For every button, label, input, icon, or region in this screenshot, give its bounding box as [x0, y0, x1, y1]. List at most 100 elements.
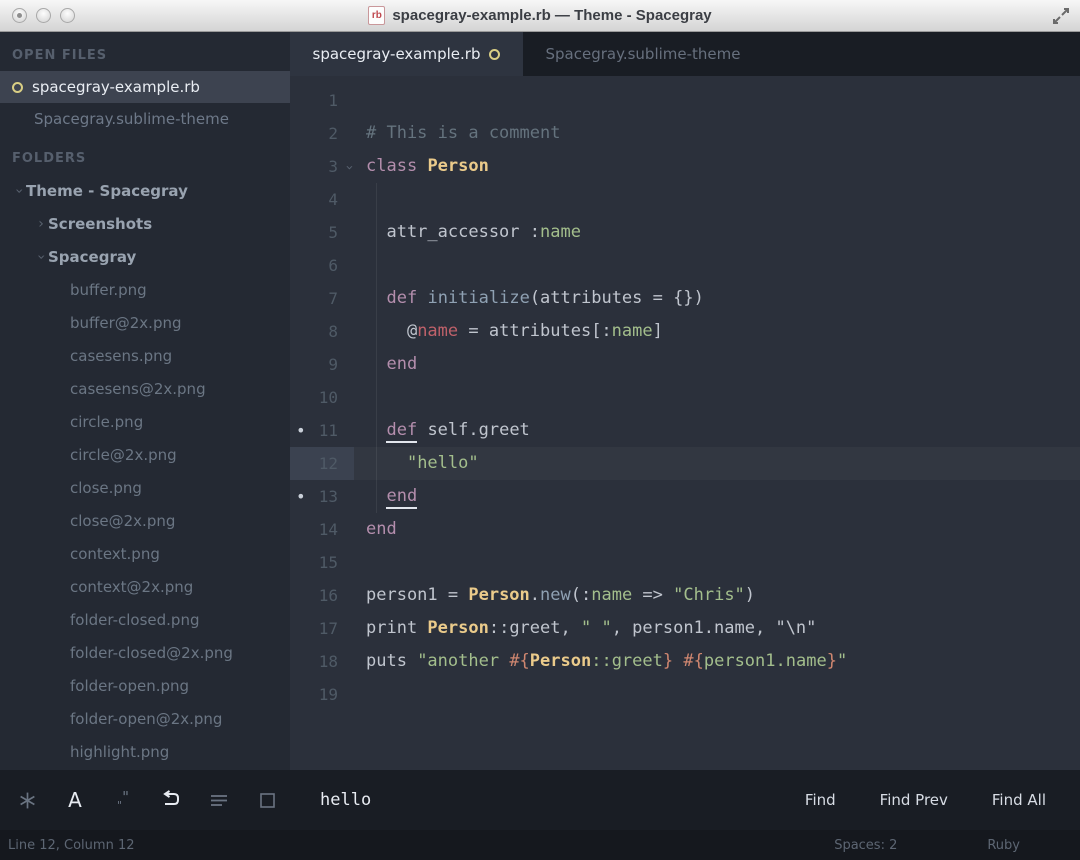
- code-line[interactable]: 8 @name = attributes[:name]: [290, 315, 1080, 348]
- line-number-gutter: 16: [290, 579, 354, 612]
- code-line[interactable]: 16person1 = Person.new(:name => "Chris"): [290, 579, 1080, 612]
- chevron-down-icon[interactable]: ›: [11, 184, 27, 198]
- file-label: buffer.png: [70, 281, 147, 299]
- tree-file-row[interactable]: folder-open@2x.png: [0, 702, 290, 735]
- code-token: ::greet,: [489, 618, 581, 638]
- tree-file-row[interactable]: context.png: [0, 537, 290, 570]
- line-number-gutter: 2: [290, 117, 354, 150]
- find-input[interactable]: hello: [320, 790, 371, 810]
- code-line[interactable]: 1: [290, 84, 1080, 117]
- open-file-item[interactable]: Spacegray.sublime-theme: [0, 103, 290, 135]
- code-line[interactable]: 17print Person::greet, " ", person1.name…: [290, 612, 1080, 645]
- code-content: [354, 183, 366, 216]
- tree-file-row[interactable]: close.png: [0, 471, 290, 504]
- code-token: "another: [417, 651, 509, 671]
- code-line[interactable]: 18 puts "another #{Person::greet} #{perso…: [290, 645, 1080, 678]
- code-line[interactable]: 3›class Person: [290, 150, 1080, 183]
- tree-file-row[interactable]: folder-closed.png: [0, 603, 290, 636]
- code-content: "hello": [354, 447, 1080, 480]
- line-number-gutter: 7: [290, 282, 354, 315]
- code-line[interactable]: 5 attr_accessor :name: [290, 216, 1080, 249]
- code-line[interactable]: 2# This is a comment: [290, 117, 1080, 150]
- file-label: casesens.png: [70, 347, 172, 365]
- find-prev-button[interactable]: Find Prev: [880, 791, 948, 809]
- cursor-position: Line 12, Column 12: [0, 838, 135, 853]
- open-files-heading: OPEN FILES: [0, 32, 290, 71]
- tree-file-row[interactable]: folder-open.png: [0, 669, 290, 702]
- tree-file-row[interactable]: highlight.png: [0, 735, 290, 768]
- whole-word-icon[interactable]: "": [112, 789, 134, 811]
- line-number-gutter: 6: [290, 249, 354, 282]
- tree-file-row[interactable]: buffer.png: [0, 273, 290, 306]
- chevron-down-icon[interactable]: ›: [33, 250, 49, 264]
- code-content: end: [354, 348, 417, 381]
- chevron-right-icon[interactable]: ›: [34, 216, 48, 232]
- code-line[interactable]: 12 "hello": [290, 447, 1080, 480]
- code-token: class: [366, 156, 417, 176]
- line-number: 1: [328, 91, 338, 110]
- open-file-item[interactable]: spacegray-example.rb: [0, 71, 290, 103]
- code-content: attr_accessor :name: [354, 216, 581, 249]
- find-buttons: Find Find Prev Find All: [805, 791, 1080, 809]
- tab-inactive[interactable]: Spacegray.sublime-theme: [523, 32, 763, 76]
- tree-folder-row[interactable]: › Theme - Spacegray: [0, 174, 290, 207]
- line-number: 18: [319, 652, 338, 671]
- code-token: name: [612, 321, 653, 341]
- tree-file-row[interactable]: close@2x.png: [0, 504, 290, 537]
- find-all-button[interactable]: Find All: [992, 791, 1046, 809]
- code-line[interactable]: 14end: [290, 513, 1080, 546]
- find-options: A "": [0, 789, 278, 811]
- code-line[interactable]: 7 def initialize(attributes = {}): [290, 282, 1080, 315]
- code-line[interactable]: 15: [290, 546, 1080, 579]
- code-token: print: [366, 618, 427, 638]
- tab-active[interactable]: spacegray-example.rb: [290, 32, 523, 76]
- code-line[interactable]: •11 def self.greet: [290, 414, 1080, 447]
- find-button[interactable]: Find: [805, 791, 836, 809]
- code-token: ": [837, 651, 847, 671]
- code-token: self.greet: [417, 420, 530, 440]
- syntax-setting[interactable]: Ruby: [987, 838, 1020, 853]
- code-token: =>: [632, 585, 673, 605]
- line-number-gutter: 18: [290, 645, 354, 678]
- tree-file-row[interactable]: circle.png: [0, 405, 290, 438]
- code-token: (:: [571, 585, 591, 605]
- fullscreen-icon[interactable]: [1052, 7, 1070, 25]
- code-line[interactable]: 4: [290, 183, 1080, 216]
- code-token: #{: [509, 651, 529, 671]
- preserve-case-icon[interactable]: [256, 789, 278, 811]
- zoom-button[interactable]: [60, 8, 75, 23]
- fold-chevron-icon[interactable]: ›: [333, 164, 366, 172]
- code-editor[interactable]: 1 2# This is a comment3›class Person45 at…: [290, 76, 1080, 770]
- tab-modified-ring-icon[interactable]: [489, 49, 500, 60]
- code-content: [354, 546, 366, 579]
- code-line[interactable]: 19: [290, 678, 1080, 711]
- code-content: puts "another #{Person::greet} #{person1…: [354, 645, 847, 678]
- tree-folder-row[interactable]: › Spacegray: [0, 240, 290, 273]
- code-line[interactable]: 9 end: [290, 348, 1080, 381]
- code-line[interactable]: 10: [290, 381, 1080, 414]
- code-line[interactable]: 6: [290, 249, 1080, 282]
- code-token: Person: [427, 618, 488, 638]
- close-button[interactable]: [12, 8, 27, 23]
- regex-icon[interactable]: [16, 789, 38, 811]
- tree-file-row[interactable]: context@2x.png: [0, 570, 290, 603]
- in-selection-icon[interactable]: [208, 789, 230, 811]
- code-token: Person: [427, 156, 488, 176]
- line-number: 17: [319, 619, 338, 638]
- wrap-icon[interactable]: [160, 789, 182, 811]
- case-sensitive-icon[interactable]: A: [64, 789, 86, 811]
- code-line[interactable]: •13 end: [290, 480, 1080, 513]
- indent-setting[interactable]: Spaces: 2: [834, 838, 897, 853]
- tree-file-row[interactable]: buffer@2x.png: [0, 306, 290, 339]
- code-token: def: [386, 288, 417, 308]
- find-panel: A "" hello Find Find Prev Find All: [0, 770, 1080, 830]
- tree-file-row[interactable]: circle@2x.png: [0, 438, 290, 471]
- tree-folder-row[interactable]: › Screenshots: [0, 207, 290, 240]
- tree-file-row[interactable]: folder-closed@2x.png: [0, 636, 290, 669]
- tree-file-row[interactable]: casesens.png: [0, 339, 290, 372]
- tree-file-row[interactable]: casesens@2x.png: [0, 372, 290, 405]
- code-content: [354, 84, 366, 117]
- window-title-group: rb spacegray-example.rb — Theme - Spaceg…: [368, 6, 711, 25]
- minimize-button[interactable]: [36, 8, 51, 23]
- code-token: = attributes[:: [458, 321, 612, 341]
